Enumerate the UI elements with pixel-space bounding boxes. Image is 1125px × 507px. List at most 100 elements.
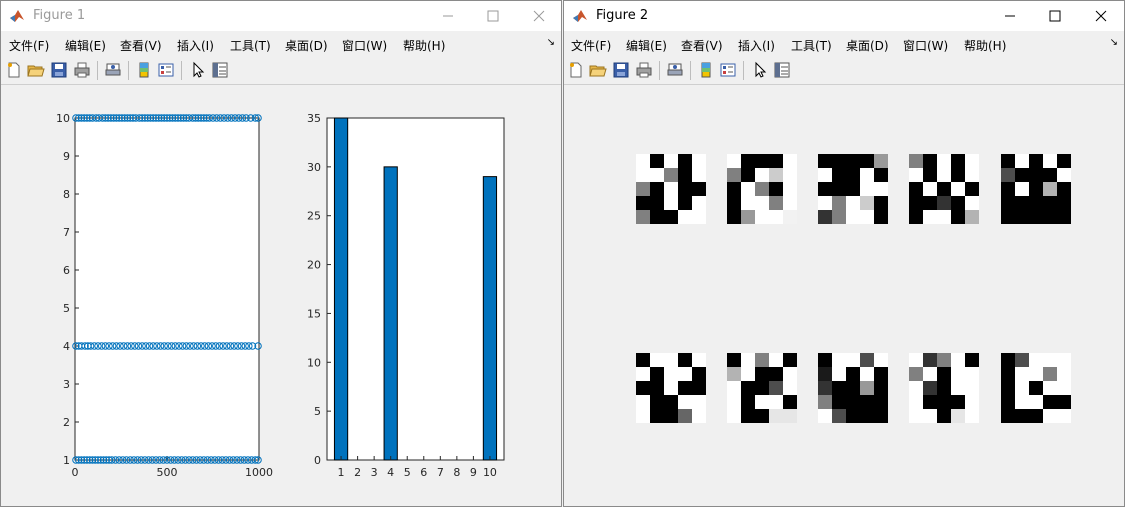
figure2-titlebar[interactable]: Figure 2 [564,1,1124,31]
image-pixel [783,367,797,381]
image-pixel [818,168,832,182]
menu-insert[interactable]: 插入(I) [177,37,214,54]
image-pixel [832,210,846,224]
image-pixel [664,381,678,395]
property-inspector-icon[interactable] [773,61,791,79]
open-folder-icon[interactable] [589,61,607,79]
image-pixel [664,168,678,182]
scatter-ytick-label: 7 [63,226,70,239]
image-pixel [783,409,797,423]
pointer-icon[interactable] [189,61,207,79]
print-icon[interactable] [73,61,91,79]
print-preview-icon[interactable] [666,61,684,79]
dock-arrow-icon[interactable]: ↘ [547,37,555,48]
toolbar-separator [97,61,98,80]
image-pixel [909,353,923,367]
menu-desktop[interactable]: 桌面(D) [846,37,889,54]
image-pixel [1015,409,1029,423]
bar-xtick-label: 3 [371,466,378,479]
new-file-icon[interactable] [567,61,585,79]
minimize-button[interactable] [438,6,458,26]
menu-desktop[interactable]: 桌面(D) [285,37,328,54]
image-pixel [874,196,888,210]
bar-xtick-label: 10 [483,466,497,479]
image-pixel [1043,196,1057,210]
save-icon[interactable] [50,61,68,79]
legend-icon[interactable] [157,61,175,79]
bar [333,117,349,461]
open-folder-icon[interactable] [27,61,45,79]
toolbar-separator [743,61,744,80]
image-pixel [636,196,650,210]
property-inspector-icon[interactable] [211,61,229,79]
menu-file[interactable]: 文件(F) [571,37,611,54]
print-preview-icon[interactable] [104,61,122,79]
matlab-logo-icon [573,10,587,22]
image-pixel [769,154,783,168]
menu-help[interactable]: 帮助(H) [403,37,445,54]
image-pixel [846,381,860,395]
save-icon[interactable] [612,61,630,79]
minimize-button[interactable] [1000,6,1020,26]
image-pixel [951,367,965,381]
bar [383,166,398,461]
bar-ytick-label: 15 [307,307,321,320]
image-pixel [1029,210,1043,224]
image-pixel [937,154,951,168]
image-pixel [1057,210,1071,224]
image-pixel [650,353,664,367]
maximize-button[interactable] [1045,6,1065,26]
menu-edit[interactable]: 编辑(E) [65,37,106,54]
menu-window[interactable]: 窗口(W) [342,37,387,54]
scatter-plot[interactable]: 1 2 3 4 5 6 7 8 9 10 0 500 1000 [41,105,321,505]
image-pixel [650,210,664,224]
image-pixel [1001,168,1015,182]
menu-window[interactable]: 窗口(W) [903,37,948,54]
bar-chart[interactable]: 051015202530351 2 3 4 5 6 7 8 9 10 [291,105,521,505]
image-pixel [1057,196,1071,210]
menu-view[interactable]: 查看(V) [681,37,723,54]
image-pixel [818,196,832,210]
menu-tools[interactable]: 工具(T) [230,37,271,54]
image-pixel [923,381,937,395]
legend-icon[interactable] [719,61,737,79]
close-button[interactable] [1091,6,1111,26]
image-pixel [783,154,797,168]
menu-view[interactable]: 查看(V) [120,37,162,54]
bar-ytick-label: 25 [307,210,321,223]
colorbar-icon[interactable] [697,61,715,79]
colorbar-icon[interactable] [135,61,153,79]
image-pixel [846,154,860,168]
image-pixel [965,196,979,210]
menu-help[interactable]: 帮助(H) [964,37,1006,54]
bar-xtick-label: 1 [338,466,345,479]
image-pixel [937,381,951,395]
grayscale-image-tile [727,353,797,423]
image-pixel [1029,154,1043,168]
menu-insert[interactable]: 插入(I) [738,37,775,54]
close-button[interactable] [529,6,549,26]
figure2-menubar: 文件(F) 编辑(E) 查看(V) 插入(I) 工具(T) 桌面(D) 窗口(W… [564,32,1124,56]
menu-file[interactable]: 文件(F) [9,37,49,54]
image-pixel [769,409,783,423]
figure1-canvas: 1 2 3 4 5 6 7 8 9 10 0 500 1000 0 5 10 15 20 25 30 35 1 2 3 4 5 6… [1,85,561,506]
image-pixel [1043,168,1057,182]
image-pixel [741,353,755,367]
print-icon[interactable] [635,61,653,79]
image-pixel [755,168,769,182]
image-pixel [1057,168,1071,182]
figure1-titlebar[interactable]: Figure 1 [1,1,561,31]
image-pixel [874,395,888,409]
menu-edit[interactable]: 编辑(E) [626,37,667,54]
maximize-button[interactable] [483,6,503,26]
image-pixel [937,168,951,182]
image-pixel [650,168,664,182]
menu-tools[interactable]: 工具(T) [791,37,832,54]
image-pixel [664,196,678,210]
figure2-canvas [564,85,1124,506]
figure1-title: Figure 1 [33,8,86,23]
dock-arrow-icon[interactable]: ↘ [1110,37,1118,48]
scatter-ytick-label: 10 [56,112,70,125]
new-file-icon[interactable] [5,61,23,79]
pointer-icon[interactable] [751,61,769,79]
